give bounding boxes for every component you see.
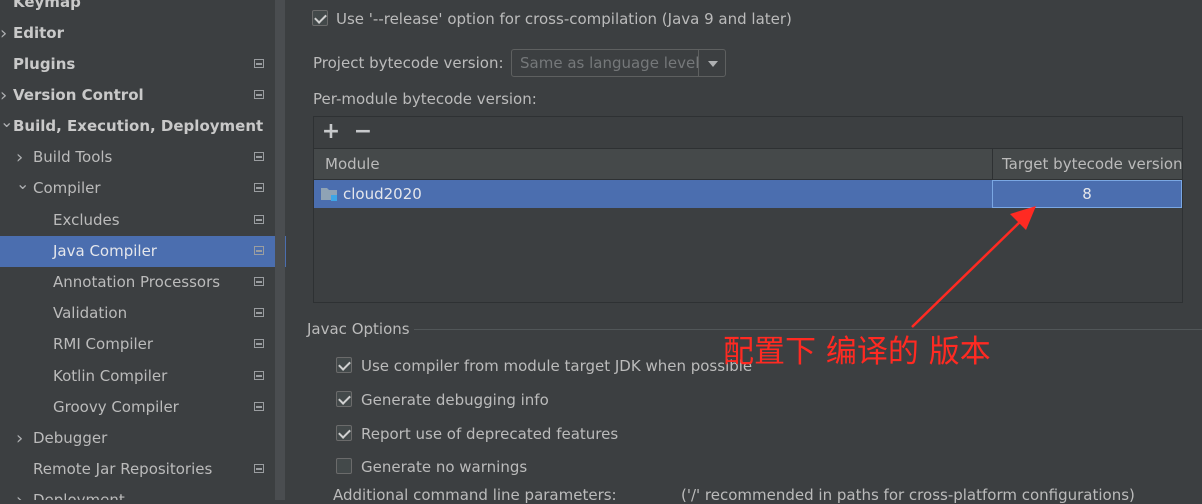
project-scope-icon [254, 183, 264, 192]
sidebar-item-label: Deployment [33, 491, 125, 500]
sidebar-item-label: Java Compiler [53, 242, 157, 260]
sidebar-item-compiler[interactable]: ⌄ Compiler [0, 173, 275, 204]
sidebar-item-label: Annotation Processors [53, 273, 221, 291]
sidebar-item-rmi-compiler[interactable]: RMI Compiler [0, 329, 275, 360]
chevron-down-icon[interactable]: ⌄ [0, 111, 13, 142]
sidebar-item-label: Excludes [53, 211, 120, 229]
sidebar-item-build-execution-deployment[interactable]: ⌄ Build, Execution, Deployment [0, 111, 275, 142]
project-scope-icon [254, 246, 264, 255]
sidebar-item-deployment[interactable]: › Deployment [0, 485, 275, 500]
project-scope-icon [254, 371, 264, 380]
project-scope-icon [254, 215, 264, 224]
sidebar-item-label: Kotlin Compiler [53, 367, 168, 385]
annotation-text: 配置下 编译的 版本 [723, 334, 991, 370]
chevron-right-icon[interactable]: › [0, 18, 7, 49]
project-scope-icon [254, 152, 264, 161]
sidebar-item-label: Version Control [13, 86, 144, 104]
sidebar-scrollbar[interactable] [275, 0, 285, 500]
sidebar-item-label: Build, Execution, Deployment [13, 117, 264, 135]
sidebar-item-remote-jar-repositories[interactable]: Remote Jar Repositories [0, 454, 275, 485]
sidebar-item-excludes[interactable]: Excludes [0, 205, 275, 236]
sidebar-item-label: Compiler [33, 179, 101, 197]
chevron-right-icon[interactable]: › [16, 423, 23, 454]
sidebar-item-keymap[interactable]: Keymap [0, 0, 275, 18]
project-scope-icon [254, 339, 264, 348]
sidebar-item-debugger[interactable]: › Debugger [0, 423, 275, 454]
annotation-arrow [911, 206, 1036, 328]
sidebar-item-validation[interactable]: Validation [0, 298, 275, 329]
sidebar-item-label: Editor [13, 24, 64, 42]
java-compiler-settings-panel: Use '--release' option for cross-compila… [286, 0, 1202, 504]
chevron-right-icon[interactable]: › [16, 485, 23, 500]
project-scope-icon [254, 464, 264, 473]
sidebar-item-kotlin-compiler[interactable]: Kotlin Compiler [0, 361, 275, 392]
project-scope-icon [254, 402, 264, 411]
sidebar-item-label: Plugins [13, 55, 76, 73]
sidebar-item-groovy-compiler[interactable]: Groovy Compiler [0, 392, 275, 423]
settings-sidebar: Keymap › Editor Plugins › Version Control ⌄ Bui… [0, 0, 286, 500]
project-scope-icon [254, 308, 264, 317]
sidebar-item-editor[interactable]: › Editor [0, 18, 275, 49]
sidebar-item-plugins[interactable]: Plugins [0, 49, 275, 80]
sidebar-item-version-control[interactable]: › Version Control [0, 80, 275, 111]
sidebar-item-label: Groovy Compiler [53, 398, 179, 416]
sidebar-item-label: RMI Compiler [53, 335, 154, 353]
sidebar-item-label: Debugger [33, 429, 108, 447]
chevron-right-icon[interactable]: › [16, 142, 23, 173]
chevron-right-icon[interactable]: › [0, 80, 7, 111]
sidebar-item-label: Remote Jar Repositories [33, 460, 213, 478]
project-scope-icon [254, 59, 264, 68]
sidebar-item-label: Validation [53, 304, 128, 322]
sidebar-item-annotation-processors[interactable]: Annotation Processors [0, 267, 275, 298]
sidebar-item-java-compiler[interactable]: Java Compiler [0, 236, 286, 267]
sidebar-item-label: Keymap [13, 0, 81, 11]
sidebar-item-label: Build Tools [33, 148, 113, 166]
project-scope-icon [254, 277, 264, 286]
project-scope-icon [254, 90, 264, 99]
chevron-down-icon[interactable]: ⌄ [16, 173, 29, 204]
sidebar-item-build-tools[interactable]: › Build Tools [0, 142, 275, 173]
